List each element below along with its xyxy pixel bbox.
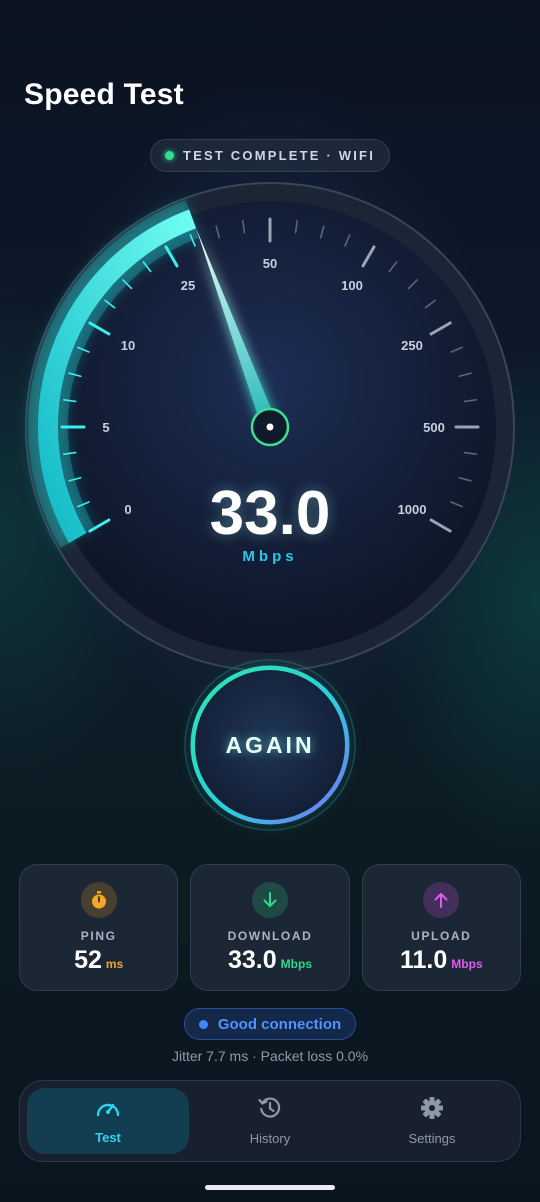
gauge-scale-label: 50 — [263, 256, 277, 271]
speedometer-icon — [95, 1097, 121, 1124]
needle-hub-dot — [266, 423, 274, 431]
nav-item-settings[interactable]: Settings — [351, 1088, 513, 1154]
nav-label-test: Test — [95, 1130, 121, 1145]
download-value: 33.0 — [227, 946, 277, 974]
gauge-scale-label: 500 — [423, 420, 445, 435]
arrow-down-icon — [251, 882, 288, 918]
gear-icon — [419, 1096, 445, 1125]
connection-dot — [198, 1019, 208, 1029]
ping-unit: ms — [105, 957, 124, 971]
speed-gauge: 051025501002505001000 — [25, 182, 515, 672]
ping-label: PING — [80, 929, 117, 943]
gauge-scale-label: 5 — [102, 420, 109, 435]
gauge-scale-label: 10 — [121, 338, 135, 353]
bottom-nav: Test History Settings — [19, 1080, 521, 1162]
upload-value: 11.0 — [400, 946, 448, 974]
connection-quality-badge: Good connection — [184, 1008, 356, 1040]
nav-item-test[interactable]: Test — [27, 1088, 189, 1154]
again-button-label: AGAIN — [225, 731, 315, 758]
gauge-scale-label: 250 — [401, 338, 423, 353]
nav-item-history[interactable]: History — [189, 1088, 351, 1154]
status-text: TEST COMPLETE · WIFI — [182, 148, 376, 163]
status-badge: TEST COMPLETE · WIFI — [150, 139, 390, 172]
upload-label: UPLOAD — [411, 929, 472, 943]
history-icon — [257, 1096, 283, 1125]
stat-card-ping: PING 52 ms — [19, 864, 179, 991]
status-indicator-dot — [164, 151, 174, 160]
stat-card-download: DOWNLOAD 33.0 Mbps — [190, 864, 350, 991]
ping-value: 52 — [74, 946, 102, 974]
connection-quality-text: Good connection — [217, 1015, 342, 1033]
home-indicator — [205, 1185, 335, 1190]
upload-unit: Mbps — [451, 957, 483, 971]
again-button[interactable]: AGAIN — [195, 670, 345, 820]
speed-unit: Mbps — [242, 548, 298, 565]
gauge-scale-label: 100 — [341, 278, 363, 293]
stopwatch-icon — [80, 882, 117, 918]
stats-cards: PING 52 ms DOWNLOAD 33.0 Mbps UPLOAD 11.… — [19, 864, 521, 991]
arrow-up-icon — [423, 882, 460, 918]
stat-card-upload: UPLOAD 11.0 Mbps — [361, 864, 521, 991]
again-button-container[interactable]: AGAIN — [183, 658, 357, 832]
speed-value: 33.0 — [209, 479, 331, 548]
nav-label-history: History — [249, 1131, 291, 1146]
nav-label-settings: Settings — [408, 1131, 456, 1146]
connection-details: Jitter 7.7 ms · Packet loss 0.0% — [171, 1048, 369, 1064]
download-unit: Mbps — [280, 957, 312, 971]
gauge-scale-label: 25 — [181, 278, 195, 293]
download-label: DOWNLOAD — [227, 929, 313, 943]
page-title: Speed Test — [24, 78, 184, 111]
